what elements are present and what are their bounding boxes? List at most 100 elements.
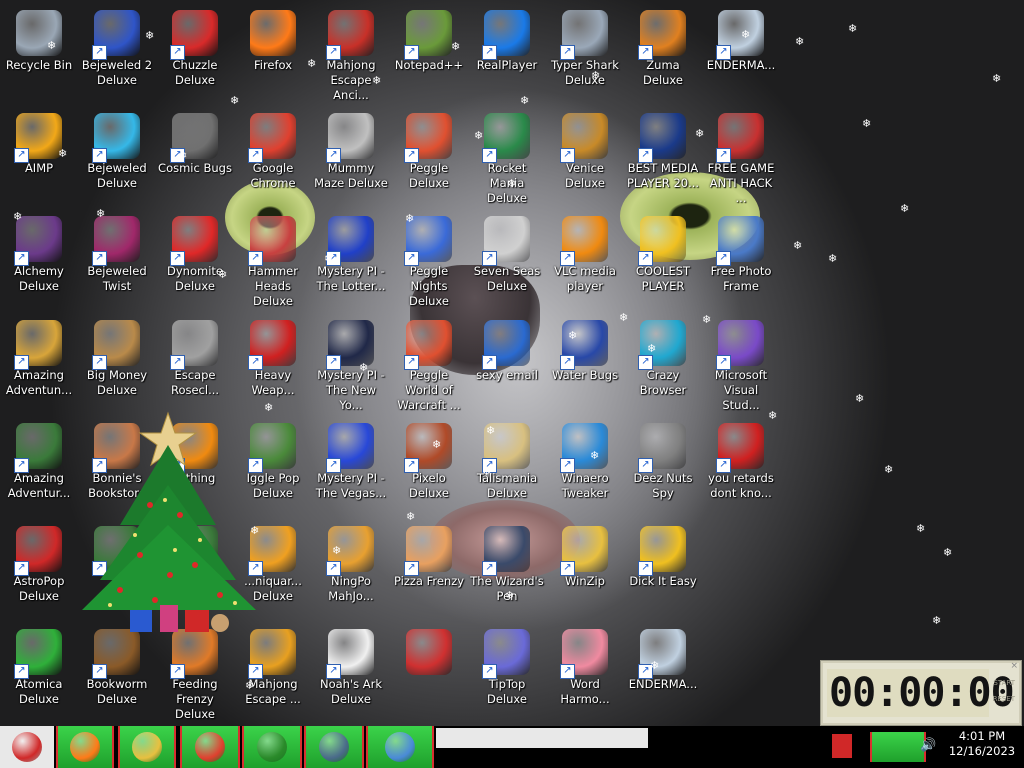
- pirate-skull-icon: ↗: [482, 216, 530, 266]
- desktop-icon[interactable]: ↗ Typer Shark Deluxe: [546, 5, 624, 105]
- peggle-wow-icon: ↗: [404, 320, 452, 370]
- desktop-icon[interactable]: ↗ Mystery PI - The Vegas...: [312, 418, 390, 518]
- taskbar-button[interactable]: [304, 726, 364, 768]
- shortcut-arrow-icon: ↗: [170, 45, 185, 60]
- desktop-icon[interactable]: ↗ Water Bugs: [546, 315, 624, 415]
- desktop-icon[interactable]: ↗ Hammer Heads Deluxe: [234, 211, 312, 311]
- desktop-icon[interactable]: ↗ Bejeweled Deluxe: [78, 108, 156, 208]
- volume-icon[interactable]: 🔊: [920, 738, 936, 753]
- firefox-taskbar-icon: [70, 732, 100, 762]
- desktop-icon[interactable]: ↗ Amazing Adventun...: [0, 315, 78, 415]
- desktop-icon[interactable]: ↗ Alchemy Deluxe: [0, 211, 78, 311]
- desktop-icon-label: Peggle Deluxe: [409, 161, 449, 190]
- shortcut-arrow-icon: ↗: [560, 45, 575, 60]
- desktop-icon-label: Atomica Deluxe: [15, 677, 63, 706]
- desktop-icon[interactable]: ↗ Dynomite Deluxe: [156, 211, 234, 311]
- desktop-icon[interactable]: ↗ Talismania Deluxe: [468, 418, 546, 518]
- desktop-icon[interactable]: ↗ Pixelo Deluxe: [390, 418, 468, 518]
- desktop-icon[interactable]: ↗ BEST MEDIA PLAYER 20...: [624, 108, 702, 208]
- stopwatch-start-button[interactable]: START: [993, 679, 1015, 687]
- desktop-icon[interactable]: ↗ Crazy Browser: [624, 315, 702, 415]
- desktop-icon[interactable]: [390, 624, 468, 724]
- desktop-icon-label: Firefox: [253, 58, 293, 72]
- desktop-icon[interactable]: ↗ Venice Deluxe: [546, 108, 624, 208]
- christmas-tree-gadget[interactable]: [80, 405, 270, 640]
- desktop-icon[interactable]: ↗ Zuma Deluxe: [624, 5, 702, 105]
- wizard-house-icon: ↗: [482, 526, 530, 576]
- start-button[interactable]: [0, 726, 54, 768]
- desktop-icon[interactable]: ↗ sexy email: [468, 315, 546, 415]
- desktop-icon[interactable]: ↗ Amazing Adventur...: [0, 418, 78, 518]
- desktop-icon[interactable]: ↗ Rocket Mania Deluxe: [468, 108, 546, 208]
- desktop-icon-label: Dick It Easy: [629, 574, 697, 588]
- desktop-icon-label: Mystery PI - The New Yo...: [317, 368, 385, 412]
- desktop-icon[interactable]: ↗ Winaero Tweaker: [546, 418, 624, 518]
- desktop-icon[interactable]: ↗ WinZip: [546, 521, 624, 621]
- stopwatch-reset-button[interactable]: RESET: [993, 695, 1015, 703]
- desktop-icon[interactable]: ↗ Seven Seas Deluxe: [468, 211, 546, 311]
- desktop-icon[interactable]: ↗ TipTop Deluxe: [468, 624, 546, 724]
- desktop-icon[interactable]: ↗ Heavy Weap...: [234, 315, 312, 415]
- desktop-icon[interactable]: ↗ COOLEST PLAYER: [624, 211, 702, 311]
- taskbar-button[interactable]: [366, 726, 434, 768]
- shortcut-arrow-icon: ↗: [14, 458, 29, 473]
- desktop-icon[interactable]: ↗ Mystery PI - The New Yo...: [312, 315, 390, 415]
- desktop-icon[interactable]: ↗ Free Photo Frame: [702, 211, 780, 311]
- desktop-icon[interactable]: ↗ Peggle Deluxe: [390, 108, 468, 208]
- desktop-icon[interactable]: ↗ RealPlayer: [468, 5, 546, 105]
- crazy-browser-icon: ↗: [638, 320, 686, 370]
- desktop-icon[interactable]: Recycle Bin: [0, 5, 78, 105]
- desktop-icon[interactable]: ↗ Escape Rosecl...: [156, 315, 234, 415]
- shortcut-arrow-icon: ↗: [326, 664, 341, 679]
- desktop-icon[interactable]: ↗ Peggle World of Warcraft ...: [390, 315, 468, 415]
- desktop-icon[interactable]: ↗ Chuzzle Deluxe: [156, 5, 234, 105]
- desktop-icon[interactable]: ↗ Bejeweled 2 Deluxe: [78, 5, 156, 105]
- desktop-icon[interactable]: ↗ Mahjong Escape Anci...: [312, 5, 390, 105]
- shortcut-arrow-icon: ↗: [716, 355, 731, 370]
- shortcut-arrow-icon: ↗: [326, 45, 341, 60]
- desktop-icon[interactable]: ↗ ENDERMA...: [624, 624, 702, 724]
- desktop-icon[interactable]: ↗ you retards dont kno...: [702, 418, 780, 518]
- taskbar-button[interactable]: [118, 726, 176, 768]
- notification-tray-icon[interactable]: [870, 732, 926, 762]
- desktop-icon[interactable]: ↗ Microsoft Visual Stud...: [702, 315, 780, 415]
- shortcut-arrow-icon: ↗: [248, 148, 263, 163]
- desktop-icon[interactable]: ↗ Noah's Ark Deluxe: [312, 624, 390, 724]
- desktop-icon[interactable]: ↗ Deez Nuts Spy: [624, 418, 702, 518]
- desktop-icon[interactable]: ↗ VLC media player: [546, 211, 624, 311]
- desktop-icon[interactable]: ↗ ENDERMA...: [702, 5, 780, 105]
- desktop-icon[interactable]: ↗ Atomica Deluxe: [0, 624, 78, 724]
- stopwatch-close-button[interactable]: ×: [1010, 661, 1018, 671]
- desktop-icon[interactable]: ↗ NingPo MahJo...: [312, 521, 390, 621]
- desktop-icon[interactable]: ↗ Pizza Frenzy: [390, 521, 468, 621]
- desktop-icon-label: ENDERMA...: [706, 58, 776, 72]
- taskbar-button[interactable]: [56, 726, 114, 768]
- desktop-icon[interactable]: ↗ Dick It Easy: [624, 521, 702, 621]
- flag-tray-icon[interactable]: [832, 734, 852, 758]
- shortcut-arrow-icon: ↗: [170, 355, 185, 370]
- shortcut-arrow-icon: ↗: [404, 45, 419, 60]
- desktop-icon[interactable]: ↗ Mystery PI - The Lotter...: [312, 211, 390, 311]
- desktop-icon[interactable]: ↗ Mummy Maze Deluxe: [312, 108, 390, 208]
- desktop-icon[interactable]: ↗ Bejeweled Twist: [78, 211, 156, 311]
- chuzzle-icon: ↗: [170, 10, 218, 60]
- taskbar-button[interactable]: [180, 726, 240, 768]
- desktop-icon[interactable]: ↗ AstroPop Deluxe: [0, 521, 78, 621]
- desktop-icon[interactable]: ↗ Peggle Nights Deluxe: [390, 211, 468, 311]
- desktop-icon[interactable]: Firefox: [234, 5, 312, 105]
- desktop-icon[interactable]: ↗ Word Harmo...: [546, 624, 624, 724]
- desktop-icon[interactable]: ↗ Cosmic Bugs: [156, 108, 234, 208]
- desktop-icon[interactable]: ↗ FREE GAME ANTI HACK ...: [702, 108, 780, 208]
- shortcut-arrow-icon: ↗: [14, 251, 29, 266]
- amazing-adventures-globe-icon: ↗: [14, 423, 62, 473]
- shortcut-arrow-icon: ↗: [92, 251, 107, 266]
- taskbar-button[interactable]: [242, 726, 302, 768]
- shortcut-arrow-icon: ↗: [716, 45, 731, 60]
- desktop-icon[interactable]: ↗ Google Chrome: [234, 108, 312, 208]
- desktop-icon[interactable]: ↗ The Wizard's Pen: [468, 521, 546, 621]
- desktop-icon[interactable]: ↗ Big Money Deluxe: [78, 315, 156, 415]
- desktop-icon[interactable]: ↗ Notepad++: [390, 5, 468, 105]
- desktop-icon-label: RealPlayer: [476, 58, 538, 72]
- desktop-icon[interactable]: ↗ AIMP: [0, 108, 78, 208]
- taskbar-clock[interactable]: 4:01 PM 12/16/2023: [943, 729, 1021, 759]
